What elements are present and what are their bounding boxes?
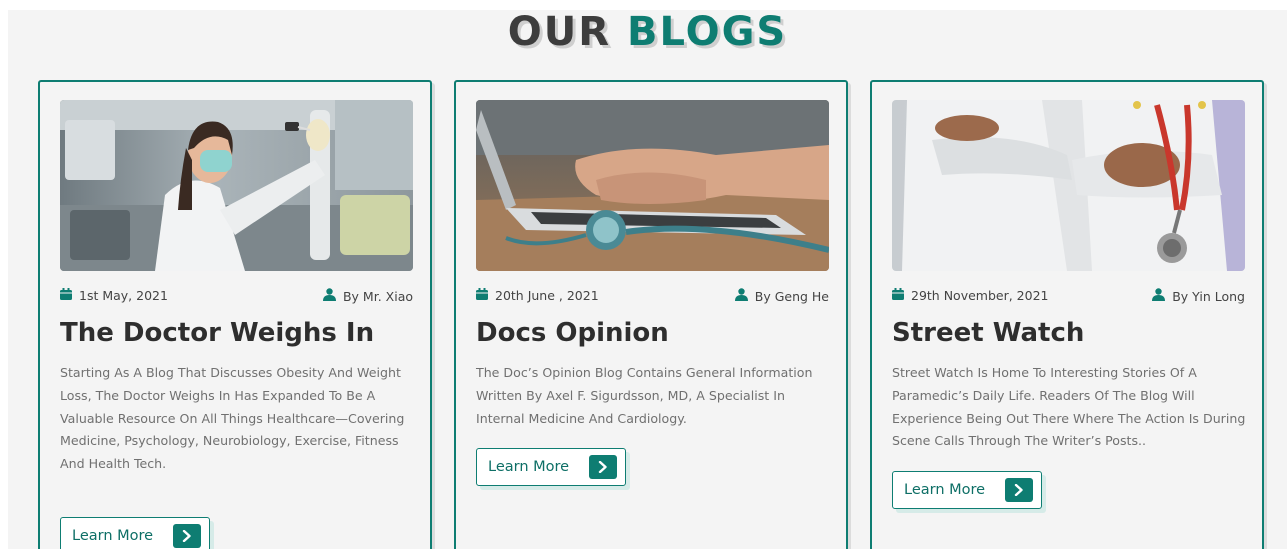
post-author: By Geng He (734, 288, 829, 304)
learn-more-label: Learn More (72, 528, 154, 544)
post-date: 1st May, 2021 (60, 288, 168, 303)
blog-meta: 29th November, 2021 By Yin Long (892, 288, 1245, 306)
blog-image-laptop-stethoscope[interactable] (476, 100, 829, 271)
post-author-text: By Mr. Xiao (342, 288, 413, 304)
post-author: By Yin Long (1152, 288, 1245, 304)
blog-title[interactable]: Docs Opinion (476, 316, 836, 350)
learn-more-button[interactable]: Learn More (892, 471, 1042, 509)
post-date-text: 1st May, 2021 (79, 288, 168, 303)
post-date-text: 20th June , 2021 (495, 288, 599, 303)
learn-more-label: Learn More (904, 482, 986, 498)
blog-description: Street Watch Is Home To Interesting Stor… (892, 365, 1246, 449)
calendar-icon (476, 288, 488, 303)
blog-meta: 1st May, 2021 By Mr. Xiao (60, 288, 413, 306)
chevron-right-icon (1005, 478, 1033, 502)
calendar-icon (60, 288, 72, 303)
section-title: OUR BLOGS (8, 10, 1287, 54)
chevron-right-icon (589, 455, 617, 479)
post-author: By Mr. Xiao (322, 288, 413, 304)
learn-more-label: Learn More (488, 459, 570, 475)
blog-card-street-watch: 29th November, 2021 By Yin Long Street W… (870, 80, 1264, 549)
learn-more-button[interactable]: Learn More (60, 517, 210, 549)
blog-card-doctor-weighs-in: 1st May, 2021 By Mr. Xiao The Doctor Wei… (38, 80, 432, 549)
blog-image-doctor-lab[interactable] (60, 100, 413, 271)
blog-title[interactable]: Street Watch (892, 316, 1252, 350)
user-icon (1152, 288, 1166, 304)
post-date-text: 29th November, 2021 (911, 288, 1049, 303)
post-date: 29th November, 2021 (892, 288, 1049, 303)
user-icon (734, 288, 748, 304)
blog-image-doctor-arms-crossed[interactable] (892, 100, 1245, 271)
section-title-part1: OUR (507, 10, 612, 55)
section-title-part2: BLOGS (627, 10, 788, 55)
blog-description: Starting As A Blog That Discusses Obesit… (60, 365, 405, 472)
learn-more-button[interactable]: Learn More (476, 448, 626, 486)
user-icon (322, 288, 336, 304)
blogs-section: OUR BLOGS 1st May, 2021 By Mr. Xiao The … (8, 10, 1287, 549)
blog-card-docs-opinion: 20th June , 2021 By Geng He Docs Opinion… (454, 80, 848, 549)
post-author-text: By Yin Long (1172, 288, 1245, 304)
blog-meta: 20th June , 2021 By Geng He (476, 288, 829, 306)
post-author-text: By Geng He (754, 288, 829, 304)
chevron-right-icon (173, 524, 201, 548)
calendar-icon (892, 288, 904, 303)
blog-title[interactable]: The Doctor Weighs In (60, 316, 420, 350)
post-date: 20th June , 2021 (476, 288, 599, 303)
blog-description: The Doc’s Opinion Blog Contains General … (476, 365, 813, 426)
